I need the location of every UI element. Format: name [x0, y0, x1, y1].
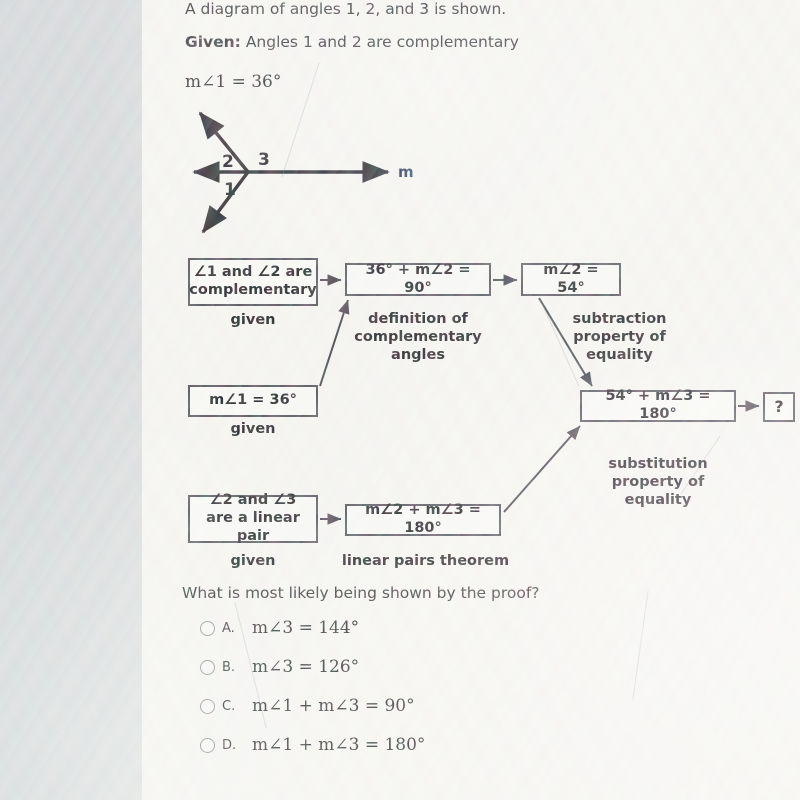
proof-box-m1-equals-36: m∠1 = 36° — [188, 385, 318, 417]
proof-box-linear-pair: ∠2 and ∠3 are a linear pair — [188, 492, 318, 544]
option-row-d[interactable]: D. m∠1 + m∠3 = 180° — [200, 735, 425, 755]
proof-reason-subtraction-property: subtraction property of equality — [572, 311, 667, 364]
option-letter-b: B. — [222, 659, 236, 675]
proof-reason-given-2: given — [230, 421, 276, 437]
given-text: Angles 1 and 2 are complementary — [245, 33, 519, 51]
radio-icon-b[interactable] — [200, 659, 215, 675]
option-text-a: m∠3 = 144° — [252, 618, 360, 638]
option-letter-a: A. — [222, 620, 235, 636]
option-letter-d: D. — [222, 737, 237, 753]
option-row-c[interactable]: C. m∠1 + m∠3 = 90° — [200, 696, 415, 716]
option-text-b: m∠3 = 126° — [252, 657, 360, 677]
proof-box-complementary: ∠1 and ∠2 are complementary — [188, 258, 318, 306]
proof-box-equation-36-90: 36° + m∠2 = 90° — [345, 262, 491, 296]
diagram-angle-2-label: 2 — [222, 152, 234, 172]
proof-reason-def-complementary: definition of complementary angles — [354, 311, 482, 364]
radio-icon-a[interactable] — [200, 620, 215, 636]
proof-box-m2-equals-54: m∠2 = 54° — [521, 262, 621, 296]
worksheet-content: A diagram of angles 1, 2, and 3 is shown… — [0, 0, 800, 800]
proof-reason-linear-pairs-theorem: linear pairs theorem — [341, 553, 510, 569]
option-text-c: m∠1 + m∠3 = 90° — [252, 696, 415, 716]
proof-reason-given-3: given — [230, 553, 276, 569]
option-row-a[interactable]: A. m∠3 = 144° — [200, 618, 359, 638]
photographed-worksheet-screen: A diagram of angles 1, 2, and 3 is shown… — [0, 0, 800, 800]
answer-prompt: What is most likely being shown by the p… — [182, 584, 540, 602]
proof-reason-substitution-property: substitution property of equality — [608, 456, 708, 509]
option-row-b[interactable]: B. m∠3 = 126° — [200, 657, 359, 677]
diagram-angle-3-label: 3 — [258, 150, 270, 170]
diagram-line-m-label: m — [398, 163, 414, 181]
question-intro: A diagram of angles 1, 2, and 3 is shown… — [185, 0, 507, 18]
radio-icon-c[interactable] — [200, 698, 215, 714]
given-label: Given: — [185, 33, 241, 51]
proof-box-54-plus-m3-180: 54° + m∠3 = 180° — [580, 388, 736, 422]
option-text-d: m∠1 + m∠3 = 180° — [252, 735, 426, 755]
given-measure: m∠1 = 36° — [185, 72, 282, 92]
proof-box-unknown-conclusion: ? — [763, 392, 795, 422]
proof-box-m2-plus-m3-180: m∠2 + m∠3 = 180° — [345, 502, 501, 536]
radio-icon-d[interactable] — [200, 737, 215, 753]
proof-reason-given-1: given — [230, 312, 276, 328]
given-line: Given: Angles 1 and 2 are complementary — [185, 33, 519, 51]
diagram-angle-1-label: 1 — [224, 180, 236, 200]
option-letter-c: C. — [222, 698, 236, 714]
